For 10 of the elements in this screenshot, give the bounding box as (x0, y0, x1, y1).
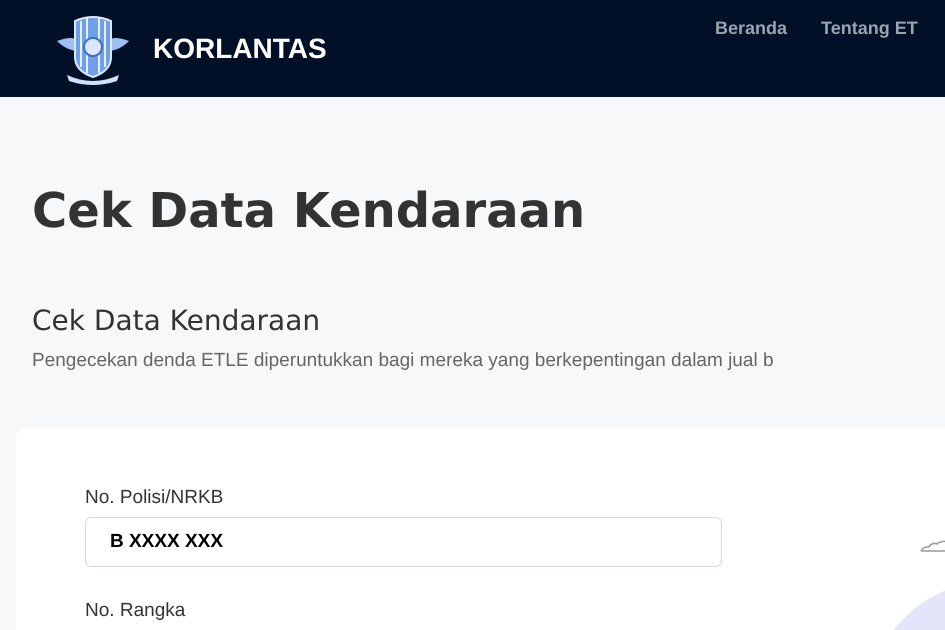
cloud-icon (920, 540, 945, 552)
nav-link[interactable]: Tentang ET (821, 15, 918, 42)
page-title: Cek Data Kendaraan (32, 182, 586, 241)
section-description: Pengecekan denda ETLE diperuntukkan bagi mereka yang berkepentingan dalam jual b (32, 349, 775, 373)
input-field[interactable]: B XXXX XXX (85, 516, 722, 566)
section-title: Cek Data Kendaraan (32, 303, 322, 339)
nav-link[interactable]: Beranda (715, 15, 788, 42)
field-label: No. Rangka (85, 598, 186, 622)
field-label: No. Polisi/NRKB (85, 486, 224, 510)
brand-name: KORLANTAS (153, 32, 327, 66)
